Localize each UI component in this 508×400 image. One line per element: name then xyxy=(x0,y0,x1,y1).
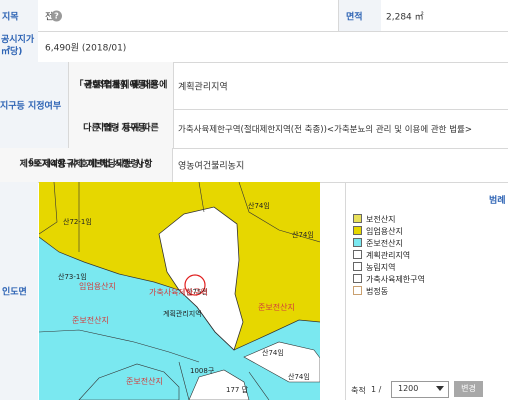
legend-item: 준보전산지 xyxy=(353,238,403,248)
legend-swatch xyxy=(353,238,362,247)
legend-swatch xyxy=(353,262,362,271)
legend-item: 임업용산지 xyxy=(353,226,403,236)
legend-swatch xyxy=(353,286,362,295)
parcel-label: 산74임 xyxy=(248,202,270,210)
zone-label: 가축사육제한구역 xyxy=(149,288,208,297)
legend-item: 보전산지 xyxy=(353,214,395,224)
legend-title: 범례 xyxy=(489,196,506,206)
legend-item: 농림지역 xyxy=(353,262,395,272)
zone-label: 준보전산지 xyxy=(258,303,295,312)
parcel-label: 산74임 xyxy=(292,231,314,239)
law2-header: 다른 법령 등에 따른 지역・지구등 xyxy=(68,109,174,148)
legend-item: 가축사육제한구역 xyxy=(353,274,425,284)
legend-swatch xyxy=(353,274,362,283)
parcel-label: 177 답 xyxy=(226,386,249,394)
law1-header: 「국토의 계획 및 이용에 관한 법률」에 따른 지역・지구등 xyxy=(68,62,174,110)
legend-item: 계획관리지역 xyxy=(353,250,410,260)
legend-swatch xyxy=(353,214,362,223)
chevron-down-icon xyxy=(436,386,444,391)
legend-swatch xyxy=(353,226,362,235)
law2-value: 가축사육제한구역(절대제한지역(전 축종))<가축분뇨의 관리 및 이용에 관한… xyxy=(178,124,472,135)
zone-section: 지구등 지정여부 「국토의 계획 및 이용에 관한 법률」에 따른 지역・지구등… xyxy=(0,62,508,149)
area-header: 면적 xyxy=(338,0,381,31)
regulation-value: 영농여건불리농지 xyxy=(178,161,245,172)
parcel-label: 산72-1임 xyxy=(63,218,92,226)
area-value: 2,284 ㎡ xyxy=(386,12,424,22)
zone-label: 준보전산지 xyxy=(72,316,109,325)
regulation-row: 「토지이용규제 기본법 시행령」 제9조제4항 각 호에 해당되는 사항 영농여… xyxy=(0,148,508,183)
price-header: 공시지가 ㎡당) xyxy=(0,31,38,62)
scale-change-button[interactable]: 변경 xyxy=(454,381,483,397)
help-icon[interactable]: ? xyxy=(51,10,62,21)
jimok-row: 지목 전 ? 면적 2,284 ㎡ xyxy=(0,0,508,32)
law1-value: 계획관리지역 xyxy=(172,62,508,110)
scale-select[interactable]: 1200 xyxy=(391,381,449,398)
parcel-label: 산74임 xyxy=(262,349,284,357)
zone-label: 임업용산지 xyxy=(79,282,116,291)
scale-page: 1 / xyxy=(371,385,382,394)
scale-select-value: 1200 xyxy=(398,384,419,393)
parcel-label: 산74임 xyxy=(288,373,310,381)
legend-item: 법정동 xyxy=(353,286,388,296)
zone-header: 지구등 지정여부 xyxy=(0,62,68,148)
map-header: 인도면 xyxy=(0,182,38,400)
jimok-value-cell: 전 ? xyxy=(38,0,338,31)
price-value: 6,490원 (2018/01) xyxy=(45,43,127,53)
price-row: 공시지가 ㎡당) 6,490원 (2018/01) xyxy=(0,31,508,63)
scale-label: 축적 xyxy=(351,386,366,395)
regulation-header: 「토지이용규제 기본법 시행령」 제9조제4항 각 호에 해당되는 사항 xyxy=(0,148,173,182)
zone-label: 계획관리지역 xyxy=(163,310,202,318)
jimok-header: 지목 xyxy=(0,0,38,31)
parcel-label: 1008구 xyxy=(190,367,215,375)
zone-label: 준보전산지 xyxy=(126,377,163,386)
legend-swatch xyxy=(353,250,362,259)
